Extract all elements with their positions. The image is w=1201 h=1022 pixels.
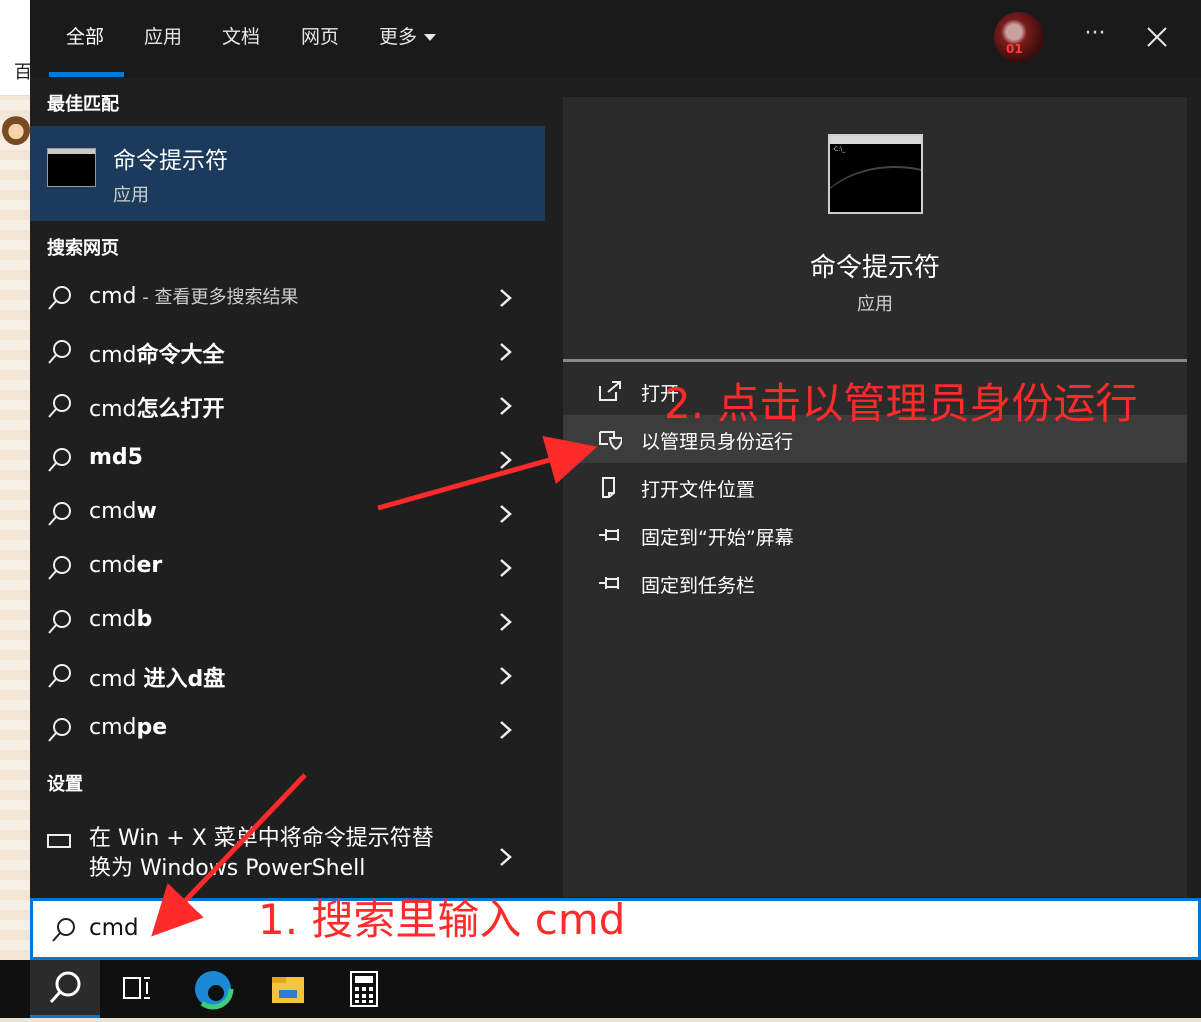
annotation-arrow-to-admin [377,436,598,511]
annotation-arrows [151,436,598,937]
annotation-step1: 1. 搜索里输入 cmd [258,895,626,944]
annotation-step2: 2. 点击以管理员身份运行 [664,379,1138,428]
